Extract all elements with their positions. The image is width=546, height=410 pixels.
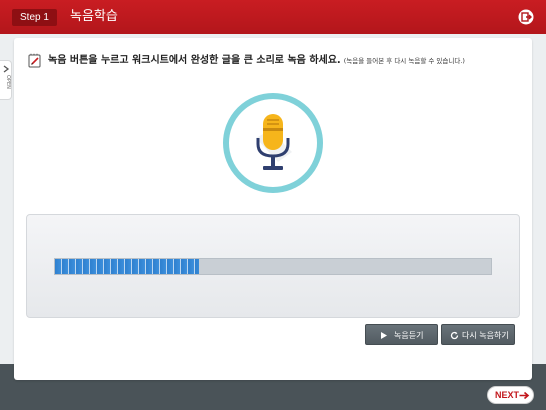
- rerecord-label: 다시 녹음하기: [462, 331, 509, 340]
- progress-fill: [55, 259, 199, 274]
- progress-track: [54, 258, 492, 275]
- listen-label: 녹음듣기: [394, 331, 424, 340]
- rerecord-button[interactable]: 다시 녹음하기: [441, 324, 515, 345]
- content-panel: 녹음 버튼을 누르고 워크시트에서 완성한 글을 큰 소리로 녹음 하세요. (녹…: [14, 38, 532, 380]
- next-label: NEXT: [495, 390, 520, 400]
- microphone-icon[interactable]: [222, 92, 324, 194]
- listen-button[interactable]: 녹음듣기: [365, 324, 438, 345]
- instruction-main: 녹음 버튼을 누르고 워크시트에서 완성한 글을 큰 소리로 녹음 하세요.: [48, 55, 341, 66]
- side-tab-label: OPEN: [5, 75, 11, 89]
- refresh-icon: [450, 331, 459, 340]
- play-icon: [381, 332, 387, 339]
- step-badge: Step 1: [12, 9, 57, 26]
- header-bar: Step 1 녹음학습: [0, 0, 546, 34]
- page-title: 녹음학습: [70, 9, 118, 24]
- edit-icon: [28, 53, 41, 68]
- instruction-text: 녹음 버튼을 누르고 워크시트에서 완성한 글을 큰 소리로 녹음 하세요. (녹…: [48, 54, 465, 67]
- side-panel-toggle[interactable]: OPEN: [0, 60, 12, 100]
- arrow-right-icon: [519, 391, 530, 400]
- instruction: 녹음 버튼을 누르고 워크시트에서 완성한 글을 큰 소리로 녹음 하세요. (녹…: [28, 53, 523, 69]
- recording-progress-panel: [26, 214, 520, 318]
- chevron-right-icon: [3, 65, 10, 73]
- instruction-note: (녹음을 들어본 후 다시 녹음할 수 있습니다.): [343, 57, 465, 65]
- next-button[interactable]: NEXT: [487, 386, 534, 404]
- exit-icon[interactable]: [518, 9, 534, 25]
